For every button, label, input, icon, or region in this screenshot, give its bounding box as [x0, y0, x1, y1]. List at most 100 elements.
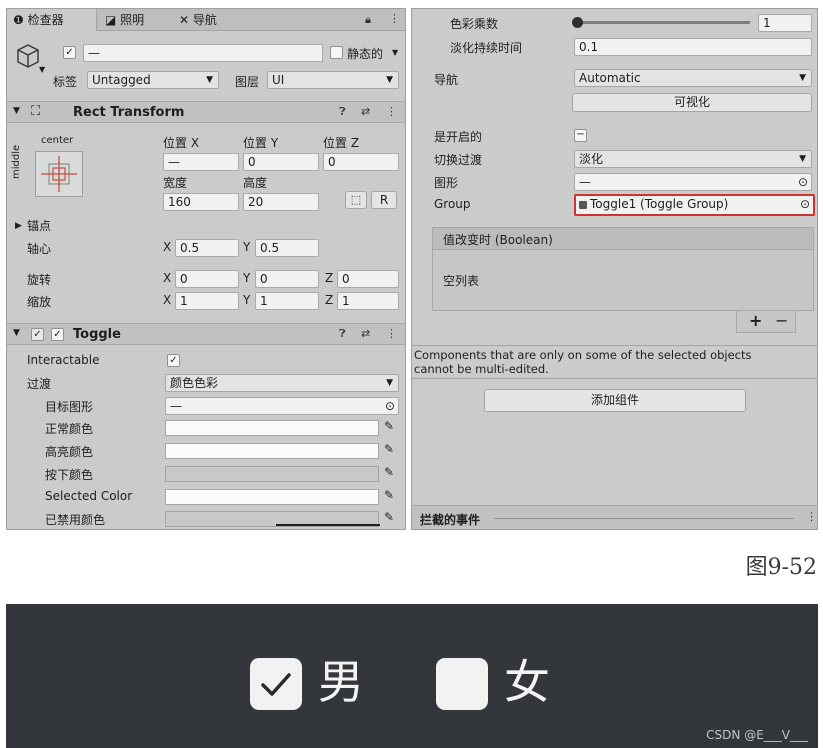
divider	[412, 378, 817, 379]
rotation-y-field[interactable]: 0	[255, 270, 319, 288]
disabled-color-field[interactable]	[165, 511, 380, 527]
preset-icon[interactable]: ⇄	[361, 105, 370, 118]
highlighted-color-field[interactable]	[165, 443, 379, 459]
tab-lighting[interactable]: ◪ 照明	[99, 9, 150, 31]
tab-inspector[interactable]: ❶ 检查器	[7, 9, 97, 31]
width-label: 宽度	[163, 176, 188, 190]
scale-y-field[interactable]: 1	[255, 292, 319, 310]
more-options-icon[interactable]: ⋮	[389, 12, 400, 25]
more-options-icon[interactable]: ⋮	[806, 510, 817, 523]
toggle-group-icon	[579, 201, 587, 209]
scale-y-axis-label: Y	[243, 293, 251, 307]
selected-color-field[interactable]	[165, 489, 379, 505]
help-icon[interactable]: ❓︎	[339, 327, 346, 341]
more-options-icon[interactable]: ⋮	[386, 327, 397, 340]
rotation-label: 旋转	[27, 273, 52, 287]
object-picker-icon[interactable]: ⊙	[798, 174, 808, 190]
toggle-enabled-checkbox[interactable]: ✓	[51, 328, 64, 341]
layer-dropdown[interactable]: UI ▼	[267, 71, 399, 89]
pressed-color-field[interactable]	[165, 466, 379, 482]
pos-z-label: 位置 Z	[323, 136, 360, 150]
more-options-icon[interactable]: ⋮	[386, 105, 397, 118]
static-checkbox[interactable]	[330, 46, 343, 59]
intercepted-events-bar[interactable]: 拦截的事件 ⋮	[412, 505, 817, 529]
pos-x-field[interactable]: —	[163, 153, 239, 171]
chevron-down-icon: ▼	[206, 75, 213, 85]
is-on-checkbox[interactable]: −	[574, 129, 587, 142]
toggle-component-header[interactable]: ▼ ✓ ✓ Toggle ❓︎ ⇄ ⋮	[7, 323, 405, 345]
group-label: Group	[434, 197, 471, 211]
rotation-z-field[interactable]: 0	[337, 270, 399, 288]
pos-y-label: 位置 Y	[243, 136, 279, 150]
male-toggle-checkbox[interactable]	[250, 658, 302, 710]
alpha-bar	[276, 524, 380, 526]
group-field[interactable]: Toggle1 (Toggle Group) ⊙	[574, 194, 815, 216]
navigation-dropdown[interactable]: Automatic ▼	[574, 69, 812, 87]
navigation-icon: ✕	[179, 13, 190, 27]
blueprint-mode-button[interactable]: ⬚	[345, 191, 367, 209]
pivot-x-field[interactable]: 0.5	[175, 239, 239, 257]
pivot-y-field[interactable]: 0.5	[255, 239, 319, 257]
male-toggle-label: 男	[318, 655, 364, 709]
eyedropper-icon[interactable]: ✎	[384, 465, 394, 479]
fade-duration-label: 淡化持续时间	[450, 41, 523, 55]
eyedropper-icon[interactable]: ✎	[384, 510, 394, 524]
blueprint-icon: ⬚	[350, 193, 362, 206]
visualize-button[interactable]: 可视化	[572, 93, 812, 112]
height-field[interactable]: 20	[243, 193, 319, 211]
add-component-button[interactable]: 添加组件	[484, 389, 746, 412]
on-value-changed-event: 值改变时 (Boolean) 空列表	[432, 227, 814, 311]
preset-icon[interactable]: ⇄	[361, 327, 370, 340]
tab-navigation[interactable]: ✕ 导航	[173, 9, 223, 31]
normal-color-field[interactable]	[165, 420, 379, 436]
eyedropper-icon[interactable]: ✎	[384, 488, 394, 502]
object-picker-icon[interactable]: ⊙	[800, 196, 810, 213]
highlighted-color-label: 高亮颜色	[45, 445, 94, 459]
active-checkbox[interactable]: ✓	[63, 46, 76, 59]
target-graphic-field[interactable]: — ⊙	[165, 397, 399, 415]
toggle-transition-label: 切换过渡	[434, 153, 483, 167]
info-icon: ❶	[13, 13, 24, 27]
scale-z-field[interactable]: 1	[337, 292, 399, 310]
foldout-arrow-icon[interactable]: ▼	[13, 328, 20, 338]
transition-dropdown[interactable]: 颜色色彩 ▼	[165, 374, 399, 392]
rect-transform-icon: ⛶	[31, 104, 41, 119]
pos-z-field[interactable]: 0	[323, 153, 399, 171]
rect-transform-header[interactable]: ▼ ⛶ Rect Transform ❓︎ ⇄ ⋮	[7, 101, 405, 123]
pos-y-field[interactable]: 0	[243, 153, 319, 171]
remove-listener-button[interactable]: −	[775, 311, 788, 330]
female-toggle-checkbox[interactable]	[436, 658, 488, 710]
color-multiplier-slider[interactable]	[572, 17, 750, 28]
object-name-field[interactable]: —	[83, 44, 323, 62]
object-picker-icon[interactable]: ⊙	[385, 398, 395, 414]
raw-edit-button[interactable]: R	[371, 191, 397, 209]
foldout-arrow-icon[interactable]: ▼	[13, 106, 20, 116]
target-graphic-label: 目标图形	[45, 400, 94, 414]
toggle-transition-dropdown[interactable]: 淡化 ▼	[574, 150, 812, 168]
pivot-y-axis-label: Y	[243, 240, 251, 254]
width-field[interactable]: 160	[163, 193, 239, 211]
help-icon[interactable]: ❓︎	[339, 105, 346, 119]
chevron-down-icon[interactable]: ▼	[392, 48, 398, 57]
lock-icon[interactable]: 🔒︎	[365, 13, 371, 27]
event-empty-list: 空列表	[443, 274, 480, 288]
female-toggle-label: 女	[504, 655, 550, 709]
eyedropper-icon[interactable]: ✎	[384, 419, 394, 433]
graphic-field[interactable]: — ⊙	[574, 173, 812, 191]
layer-label: 图层	[235, 75, 260, 89]
scale-x-axis-label: X	[163, 293, 172, 307]
add-listener-button[interactable]: +	[749, 311, 762, 330]
checkmark-icon	[261, 673, 291, 696]
chevron-down-icon[interactable]: ▼	[39, 65, 45, 74]
rotation-x-field[interactable]: 0	[175, 270, 239, 288]
gameobject-cube-icon	[17, 44, 39, 68]
interactable-checkbox[interactable]: ✓	[167, 354, 180, 367]
foldout-arrow-icon[interactable]: ▶	[15, 221, 22, 231]
slider-handle[interactable]	[572, 17, 583, 28]
eyedropper-icon[interactable]: ✎	[384, 442, 394, 456]
color-multiplier-field[interactable]: 1	[758, 14, 812, 32]
anchor-preset-button[interactable]	[35, 151, 83, 197]
fade-duration-field[interactable]: 0.1	[574, 38, 812, 56]
scale-x-field[interactable]: 1	[175, 292, 239, 310]
tag-dropdown[interactable]: Untagged ▼	[87, 71, 219, 89]
